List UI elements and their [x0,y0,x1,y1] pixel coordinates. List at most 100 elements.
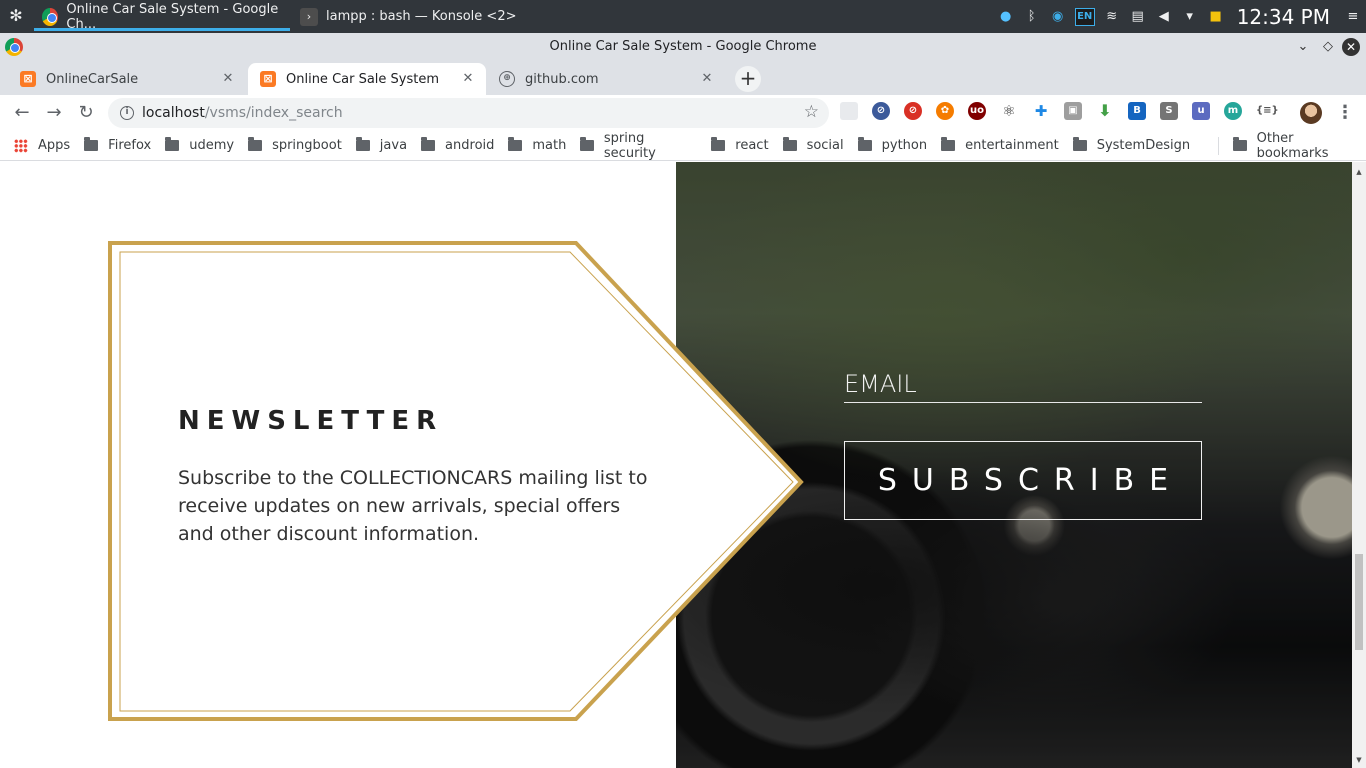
forward-arrow-icon[interactable]: → [41,100,67,126]
bookmark-folder[interactable]: entertainment [941,137,1059,153]
newsletter-heading: NEWSLETTER [178,406,444,436]
tab-label: OnlineCarSale [46,71,139,87]
folder-icon [508,137,523,151]
skype-icon[interactable]: ● [997,8,1015,26]
site-info-icon[interactable]: i [120,106,134,120]
bookmark-label: Other bookmarks [1256,130,1329,161]
url-host: localhost [142,105,205,121]
bookmark-label: python [881,138,928,153]
extension-gray-icon[interactable]: ▣ [1064,102,1082,120]
minimize-icon[interactable]: ⌄ [1292,37,1314,57]
back-arrow-icon[interactable]: ← [9,100,35,126]
profile-avatar[interactable] [1300,102,1322,124]
extension-b-icon[interactable]: B [1128,102,1146,120]
scroll-down-icon[interactable]: ▼ [1355,756,1363,764]
system-panel: ✻ Online Car Sale System - Google Ch... … [0,0,1366,33]
bookmark-folder[interactable]: spring security [580,131,697,161]
extension-u-icon[interactable]: u [1192,102,1210,120]
bookmark-folder[interactable]: springboot [248,137,342,153]
keyboard-layout-indicator[interactable]: EN [1074,7,1095,26]
chrome-menu-icon[interactable]: ⋮ [1336,100,1354,126]
bluetooth-icon[interactable]: ᛒ [1023,8,1041,26]
download-icon[interactable]: ⬇ [1096,102,1114,120]
panel-menu-icon[interactable]: ≡ [1344,8,1362,26]
bookmark-label: Firefox [108,138,152,153]
tab-strip: ⊠ OnlineCarSale ✕ ⊠ Online Car Sale Syst… [0,61,1366,95]
bookmark-folder[interactable]: react [711,137,769,153]
bookmark-folder[interactable]: math [508,137,567,153]
folder-icon [84,137,99,151]
extension-orange-icon[interactable]: ✿ [936,102,954,120]
clock[interactable]: 12:34 PM [1237,5,1330,29]
tab-github[interactable]: ⊕ github.com ✕ [487,63,725,95]
clipboard-icon[interactable]: ▤ [1129,8,1147,26]
url-path: /vsms/index_search [204,105,343,121]
bookmark-label: social [806,138,844,153]
extension-stop-icon[interactable]: ⊘ [904,102,922,120]
folder-icon [1233,137,1247,151]
tab-close-icon[interactable]: ✕ [699,71,715,87]
taskbar-item-label: lampp : bash — Konsole <2> [326,9,517,24]
xampp-favicon-icon: ⊠ [20,71,36,87]
globe-icon: ⊕ [499,71,515,87]
tab-close-icon[interactable]: ✕ [220,71,236,87]
extension-blocker-icon[interactable]: ⊘ [872,102,890,120]
maximize-icon[interactable]: ◇ [1317,37,1339,57]
notes-icon[interactable]: ■ [1207,8,1225,26]
bookmark-folder[interactable]: python [857,137,928,153]
bookmark-other[interactable]: Other bookmarks [1233,131,1366,161]
bookmark-folder[interactable]: SystemDesign [1072,137,1190,153]
folder-icon [782,137,797,151]
chrome-icon [42,7,59,26]
reload-icon[interactable]: ↻ [73,100,99,126]
newsletter-description: Subscribe to the COLLECTIONCARS mailing … [178,467,648,545]
folder-icon [355,137,370,151]
taskbar-item-konsole[interactable]: › lampp : bash — Konsole <2> [292,0,522,33]
bookmark-folder[interactable]: android [421,137,494,153]
extension-m-icon[interactable]: m [1224,102,1242,120]
tab-close-icon[interactable]: ✕ [460,71,476,87]
terminal-icon: › [300,7,318,26]
taskbar-item-chrome[interactable]: Online Car Sale System - Google Ch... [34,0,290,33]
folder-icon [421,137,436,151]
bookmark-apps[interactable]: Apps [14,138,70,153]
sync-icon[interactable]: ◉ [1049,8,1067,26]
extension-placeholder-icon[interactable] [840,102,858,120]
email-input[interactable] [844,366,1202,403]
bookmark-folder[interactable]: udemy [165,137,234,153]
bookmark-folder[interactable]: social [782,137,844,153]
bookmark-label: springboot [272,138,342,153]
page-scrollbar[interactable]: ▲ ▼ [1352,162,1366,768]
react-devtools-icon[interactable]: ⚛ [1000,102,1018,120]
ublock-icon[interactable]: uo [968,102,986,120]
subscribe-button[interactable]: SUBSCRIBE [844,441,1202,520]
extension-blue-icon[interactable]: ✚ [1032,102,1050,120]
wifi-icon[interactable]: ≋ [1103,8,1121,26]
scrollbar-thumb[interactable] [1355,554,1363,650]
close-window-icon[interactable]: ✕ [1342,38,1360,56]
tab-label: github.com [525,71,599,87]
folder-icon [248,137,263,151]
scroll-up-icon[interactable]: ▲ [1355,168,1363,176]
bookmark-label: math [532,138,567,153]
tab-onlinecarsale[interactable]: ⊠ OnlineCarSale ✕ [8,63,246,95]
extension-json-icon[interactable]: {≡} [1256,102,1279,120]
folder-icon [711,137,726,151]
extension-s-icon[interactable]: S [1160,102,1178,120]
folder-icon [165,137,180,151]
extensions-bar: ⊘ ⊘ ✿ uo ⚛ ✚ ▣ ⬇ B S u m {≡} [840,102,1288,120]
bookmark-star-icon[interactable]: ☆ [804,102,819,122]
taskbar-item-label: Online Car Sale System - Google Ch... [66,1,279,32]
bookmark-folder[interactable]: Firefox [84,137,152,153]
tab-online-car-sale-system[interactable]: ⊠ Online Car Sale System ✕ [248,63,486,95]
browser-toolbar: ← → ↻ i localhost/vsms/index_search ☆ ⊘ … [0,95,1366,131]
window-titlebar[interactable]: Online Car Sale System - Google Chrome ⌄… [0,33,1366,61]
new-tab-button[interactable]: + [735,66,761,92]
bookmark-folder[interactable]: java [355,137,407,153]
tray-expand-icon[interactable]: ▾ [1181,8,1199,26]
volume-icon[interactable]: ◀ [1155,8,1173,26]
bookmark-label: entertainment [965,138,1059,153]
kde-launcher-icon[interactable]: ✻ [6,6,26,26]
address-bar[interactable]: i localhost/vsms/index_search ☆ [108,98,829,128]
folder-icon [941,137,956,151]
